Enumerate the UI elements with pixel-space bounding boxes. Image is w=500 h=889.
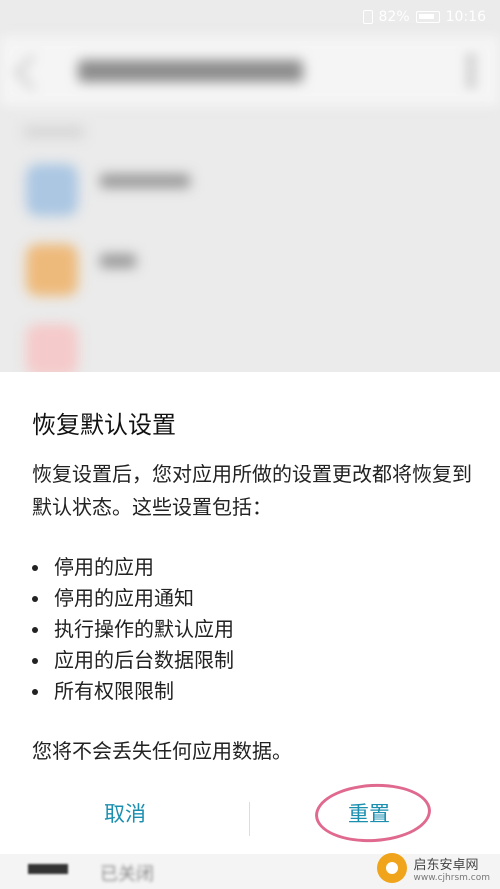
list-item: 所有权限限制 [32,676,472,707]
reset-defaults-dialog: 恢复默认设置 恢复设置后，您对应用所做的设置更改都将恢复到默认状态。这些设置包括… [0,372,500,854]
list-item-label: 所有权限限制 [54,679,174,703]
background-bottom-icon [28,864,68,874]
list-item: 停用的应用通知 [32,583,472,614]
list-item-label: 停用的应用通知 [54,586,194,610]
list-item: 执行操作的默认应用 [32,614,472,645]
bullet-icon [32,595,38,602]
status-bar: 82% 10:16 [0,0,500,36]
dialog-title: 恢复默认设置 [32,411,176,439]
button-divider [249,802,250,836]
bullet-icon [32,626,38,633]
sim-signal-icon [362,10,373,24]
status-icons: 82% 10:16 [362,9,486,25]
battery-icon [415,11,440,23]
watermark-site: www.cjhrsm.com [413,872,490,883]
list-item: 停用的应用 [32,552,472,583]
list-item: 应用的后台数据限制 [32,645,472,676]
list-item-label: 停用的应用 [54,555,154,579]
list-item-label: 执行操作的默认应用 [54,617,234,641]
bullet-icon [32,657,38,664]
watermark-text: 启东安卓网 www.cjhrsm.com [413,854,490,883]
watermark-brand: 启东安卓网 [413,857,479,873]
battery-percent: 82% [378,9,410,25]
dialog-body: 恢复设置后，您对应用所做的设置更改都将恢复到默认状态。这些设置包括： [32,462,472,519]
watermark: 启东安卓网 www.cjhrsm.com [377,853,490,883]
list-item-label: 应用的后台数据限制 [54,648,234,672]
reset-items-list: 停用的应用 停用的应用通知 执行操作的默认应用 应用的后台数据限制 所有权限限制 [32,552,472,707]
background-bottom-text: 已关闭 [100,864,154,885]
cancel-button[interactable]: 取消 [104,798,146,828]
dialog-footer-note: 您将不会丢失任何应用数据。 [32,739,292,763]
bullet-icon [32,688,38,695]
watermark-logo-icon [377,853,408,883]
bullet-icon [32,564,38,571]
clock: 10:16 [445,9,486,25]
reset-button[interactable]: 重置 [348,798,390,828]
